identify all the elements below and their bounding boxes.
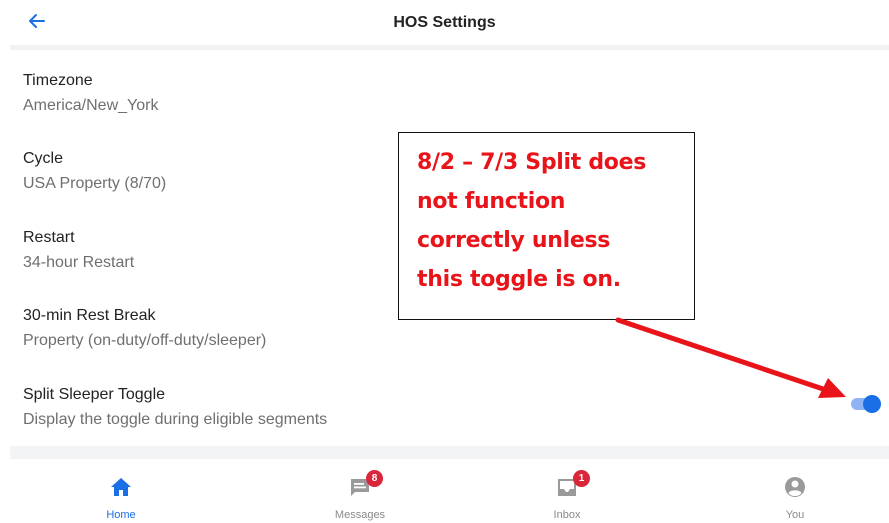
messages-badge: 8 xyxy=(366,470,383,487)
home-icon xyxy=(111,478,131,496)
toggle-thumb xyxy=(863,395,881,413)
content-divider xyxy=(10,446,889,459)
setting-restart[interactable]: Restart 34-hour Restart xyxy=(23,228,134,275)
setting-timezone[interactable]: Timezone America/New_York xyxy=(23,71,158,118)
setting-value: Property (on-duty/off-duty/sleeper) xyxy=(23,332,267,349)
annotation-line: correctly unless xyxy=(417,228,611,253)
setting-value: 34-hour Restart xyxy=(23,254,135,271)
setting-value: America/New_York xyxy=(23,97,159,114)
setting-split-sleeper: Split Sleeper Toggle Display the toggle … xyxy=(23,385,327,432)
nav-item-home[interactable]: Home xyxy=(61,459,181,523)
split-sleeper-toggle[interactable] xyxy=(851,393,883,415)
nav-item-inbox[interactable]: 1 Inbox xyxy=(507,459,627,523)
setting-label: Restart xyxy=(23,229,75,246)
annotation-callout: 8/2 – 7/3 Split does not function correc… xyxy=(398,132,695,320)
setting-rest-break[interactable]: 30-min Rest Break Property (on-duty/off-… xyxy=(23,306,266,353)
nav-item-messages[interactable]: 8 Messages xyxy=(300,459,420,523)
nav-label-inbox: Inbox xyxy=(553,509,581,521)
setting-label: 30-min Rest Break xyxy=(23,307,156,324)
annotation-line: this toggle is on. xyxy=(417,267,621,292)
setting-label: Split Sleeper Toggle xyxy=(23,386,166,403)
annotation-line: 8/2 – 7/3 Split does xyxy=(417,150,647,175)
header-divider xyxy=(10,45,889,50)
setting-cycle[interactable]: Cycle USA Property (8/70) xyxy=(23,149,166,196)
nav-label-you: You xyxy=(785,509,805,521)
app-header: HOS Settings xyxy=(0,0,889,48)
annotation-line: not function xyxy=(417,189,566,214)
bottom-nav: Home 8 Messages 1 Inbox You xyxy=(0,459,889,523)
page-title: HOS Settings xyxy=(393,14,496,31)
nav-label-home: Home xyxy=(106,509,136,521)
setting-label: Timezone xyxy=(23,72,93,89)
setting-label: Cycle xyxy=(23,150,64,167)
user-icon xyxy=(785,477,805,497)
setting-value: USA Property (8/70) xyxy=(23,175,167,192)
nav-item-you[interactable]: You xyxy=(735,459,855,523)
nav-label-messages: Messages xyxy=(334,509,386,521)
inbox-badge: 1 xyxy=(573,470,590,487)
setting-value: Display the toggle during eligible segme… xyxy=(23,411,328,428)
